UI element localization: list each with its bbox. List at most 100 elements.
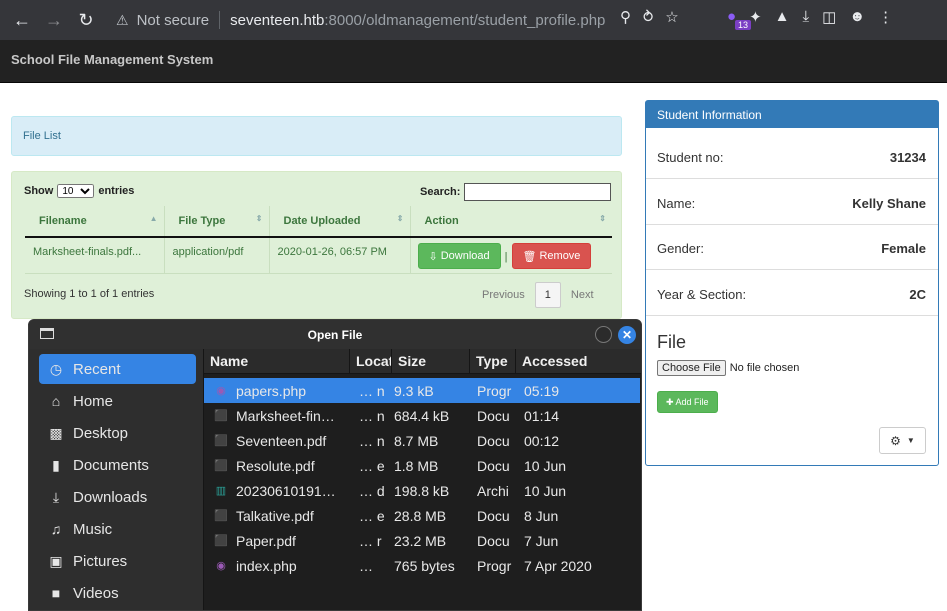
app-brand[interactable]: School File Management System [11, 52, 213, 67]
show-label: Show [24, 185, 54, 197]
file-row[interactable]: ⬛ Marksheet-fin… … n 684.4 kB Docu 01:14 [204, 403, 640, 428]
next-button[interactable]: Next [561, 283, 604, 307]
bookmark-star-icon[interactable]: ☆ [665, 8, 678, 26]
place-pictures[interactable]: ▣ Pictures [39, 546, 196, 576]
zoom-icon[interactable]: ⚲ [620, 8, 631, 26]
file-upload-title: File [657, 332, 687, 352]
document-icon: ▮ [52, 456, 60, 473]
prev-button[interactable]: Previous [472, 283, 535, 307]
file-row[interactable]: ▥ 20230610191… … d 198.8 kB Archi 10 Jun [204, 478, 640, 503]
forward-icon[interactable]: → [38, 4, 70, 36]
file-name: Resolute.pdf [236, 457, 315, 474]
file-type: Docu [477, 532, 510, 549]
pdf-file-icon: ⬛ [214, 510, 228, 522]
url-path: :8000/oldmanagement/student_profile.php [324, 11, 606, 29]
place-recent[interactable]: ◷ Recent [39, 354, 196, 384]
download-icon[interactable]: ⤓ [803, 8, 810, 26]
file-name: Marksheet-fin… [236, 407, 335, 424]
file-input[interactable]: Choose File No file chosen [657, 360, 799, 376]
place-music[interactable]: ♫ Music [39, 514, 196, 544]
side-panel-icon[interactable]: ◫ [822, 8, 836, 26]
remove-button[interactable]: 🗑 Remove [511, 243, 592, 269]
file-location: … n [359, 432, 385, 449]
student-info-panel: Student Information Student no: 31234 Nam… [645, 100, 939, 466]
file-location: … e [359, 507, 385, 524]
file-accessed: 7 Apr 2020 [524, 557, 592, 574]
col-location[interactable]: Locat [350, 349, 392, 373]
col-filename[interactable]: Filename ▲ [25, 206, 165, 238]
file-size: 28.8 MB [394, 507, 447, 524]
student-field-row: Name: Kelly Shane [646, 180, 938, 225]
download-button[interactable]: ⇩ Download [417, 243, 501, 269]
labs-flask-icon[interactable]: ▲ [775, 8, 790, 26]
file-name: index.php [236, 557, 297, 574]
file-type: Docu [477, 432, 510, 449]
file-row[interactable]: ⬛ Talkative.pdf … e 28.8 MB Docu 8 Jun [204, 503, 640, 528]
file-row[interactable]: ⬛ Seventeen.pdf … n 8.7 MB Docu 00:12 [204, 428, 640, 453]
files-table: Filename ▲ File Type ⇕ Date Uploaded ⇕ Acti… [25, 206, 612, 274]
files-table-panel: Show 10 entries Search: Filename ▲ File T… [11, 171, 622, 319]
choose-file-button[interactable]: Choose File [657, 360, 726, 376]
col-name[interactable]: Name [204, 349, 350, 373]
file-type: Archi [477, 482, 509, 499]
place-documents[interactable]: ▮ Documents [39, 450, 196, 480]
place-downloads[interactable]: ⤓ Downloads [39, 482, 196, 512]
file-location: … n [359, 407, 385, 424]
place-desktop[interactable]: ▩ Desktop [39, 418, 196, 448]
php-file-icon: ◉ [216, 385, 226, 397]
file-row[interactable]: ◉ papers.php … n 9.3 kB Progr 05:19 [204, 378, 640, 403]
pdf-file-icon: ⬛ [214, 460, 228, 472]
file-type: Docu [477, 407, 510, 424]
student-info-title: Student Information [646, 101, 938, 128]
file-accessed: 00:12 [524, 432, 560, 449]
table-row: Marksheet-finals.pdf... application/pdf … [25, 237, 612, 274]
place-home[interactable]: ⌂ Home [39, 386, 196, 416]
file-accessed: 8 Jun [524, 507, 559, 524]
file-size: 9.3 kB [394, 382, 434, 399]
cell-filename: Marksheet-finals.pdf... [25, 237, 165, 274]
col-file-type[interactable]: File Type ⇕ [164, 206, 270, 238]
file-row[interactable]: ⬛ Resolute.pdf … e 1.8 MB Docu 10 Jun [204, 453, 640, 478]
col-date-uploaded[interactable]: Date Uploaded ⇕ [269, 206, 411, 238]
back-icon[interactable]: ← [6, 4, 38, 36]
dialog-title: Open File [29, 320, 641, 349]
file-size: 8.7 MB [394, 432, 439, 449]
file-size: 765 bytes [394, 557, 455, 574]
security-label: Not secure [136, 11, 210, 29]
settings-dropdown-button[interactable]: ⚙ ▼ [879, 427, 926, 454]
minimize-button[interactable] [595, 326, 612, 343]
col-size[interactable]: Size [392, 349, 470, 373]
file-accessed: 10 Jun [524, 457, 567, 474]
caret-down-icon: ▼ [906, 436, 915, 445]
file-accessed: 05:19 [524, 382, 560, 399]
page-length-control: Show 10 entries [24, 184, 134, 198]
file-list-panel: File List [11, 116, 622, 156]
file-type: Progr [477, 557, 512, 574]
col-type[interactable]: Type [470, 349, 516, 373]
file-list: Name Locat Size Type Accessed ◉ papers.ph… [203, 349, 641, 610]
home-icon: ⌂ [51, 393, 61, 409]
col-action[interactable]: Action ⇕ [410, 206, 612, 238]
file-row[interactable]: ◉ index.php … 765 bytes Progr 7 Apr 2020 [204, 553, 640, 578]
file-location: … e [359, 457, 385, 474]
sort-icon: ⇕ [255, 214, 263, 223]
file-row[interactable]: ⬛ Paper.pdf … r 23.2 MB Docu 7 Jun [204, 528, 640, 553]
share-icon[interactable]: ⥁ [643, 8, 653, 26]
place-videos[interactable]: ■ Videos [39, 578, 196, 608]
reload-icon[interactable]: ↻ [70, 4, 102, 36]
page-length-select[interactable]: 10 [57, 184, 95, 198]
page-1-button[interactable]: 1 [534, 282, 561, 308]
file-accessed: 10 Jun [524, 482, 567, 499]
file-name: 20230610191… [236, 482, 336, 499]
search-input[interactable] [464, 183, 611, 201]
file-name: Talkative.pdf [236, 507, 314, 524]
menu-kebab-icon[interactable]: ⋮ [878, 8, 893, 26]
profile-avatar[interactable]: ☻ [849, 8, 865, 26]
student-field-row: Year & Section: 2C [646, 271, 938, 316]
pdf-file-icon: ⬛ [214, 435, 228, 447]
add-file-button[interactable]: ✚ Add File [657, 391, 718, 413]
close-button[interactable]: ✕ [618, 326, 636, 344]
col-accessed[interactable]: Accessed [516, 349, 640, 373]
file-name: papers.php [236, 382, 307, 399]
sort-icon: ⇕ [396, 214, 404, 223]
